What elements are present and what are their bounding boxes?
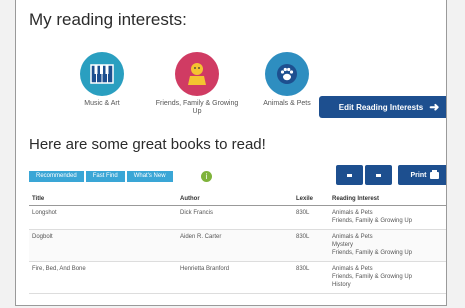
info-icon[interactable]: i [201,171,212,182]
paw-icon [277,64,297,84]
list-view-button[interactable] [336,165,363,185]
interest-tag: Friends, Family & Growing Up [332,218,413,224]
books-table: Title Author Lexile Reading Interest Lon… [29,193,446,294]
great-books-heading: Here are some great books to read! [29,136,266,153]
book-interests: Animals & Pets Friends, Family & Growing… [329,205,446,230]
edit-button-label: Edit Reading Interests [338,102,424,112]
book-lexile: 830L [293,261,329,294]
edit-reading-interests-button[interactable]: Edit Reading Interests ➜ [319,96,446,118]
interest-circle[interactable] [265,52,309,96]
table-row[interactable]: Longshot Dick Francis 830L Animals & Pet… [29,205,446,230]
book-title[interactable]: Longshot [29,205,177,230]
print-label: Print [410,171,427,179]
book-tabs: Recommended Fast Find What's New [29,171,173,182]
book-title[interactable]: Fire, Bed, And Bone [29,261,177,294]
column-header-title[interactable]: Title [29,193,177,206]
interest-tag: Animals & Pets [332,234,373,240]
book-interests: Animals & Pets Mystery Friends, Family &… [329,229,446,262]
interest-circle[interactable] [80,52,124,96]
interest-music-art[interactable]: Music & Art [57,52,147,108]
book-lexile: 830L [293,205,329,230]
interest-tag: Animals & Pets [332,210,373,216]
column-header-reading-interest[interactable]: Reading Interest [329,193,446,206]
interest-tag: Mystery [332,242,353,248]
book-author: Henrietta Branford [177,261,293,294]
book-title[interactable]: Dogbolt [29,229,177,262]
piano-icon [90,64,114,84]
column-header-author[interactable]: Author [177,193,293,206]
arrow-right-icon: ➜ [429,100,440,114]
interest-tag: Friends, Family & Growing Up [332,250,413,256]
interest-label: Friends, Family & Growing Up [155,100,239,115]
table-row[interactable]: Dogbolt Aiden R. Carter 830L Animals & P… [29,229,446,262]
interest-label: Music & Art [84,100,120,107]
book-lexile: 830L [293,229,329,262]
tab-recommended[interactable]: Recommended [29,171,84,182]
table-header-row: Title Author Lexile Reading Interest [29,193,446,206]
reading-interests-panel: My reading interests: Music & Art Friend… [15,0,447,306]
interest-tag: History [332,282,351,288]
list-view-icon [347,173,352,177]
print-button[interactable]: Print [398,165,446,185]
interest-tag: Friends, Family & Growing Up [332,274,413,280]
grid-view-icon [376,173,381,177]
column-header-lexile[interactable]: Lexile [293,193,329,206]
tab-whats-new[interactable]: What's New [126,171,173,182]
child-icon [188,63,206,85]
interest-tag: Animals & Pets [332,266,373,272]
interest-circle[interactable] [175,52,219,96]
tab-fast-find[interactable]: Fast Find [85,171,125,182]
interest-friends-family[interactable]: Friends, Family & Growing Up [152,52,242,116]
reading-interests-heading: My reading interests: [29,10,187,29]
table-row[interactable]: Fire, Bed, And Bone Henrietta Branford 8… [29,261,446,294]
printer-icon [430,169,440,179]
grid-view-button[interactable] [365,165,392,185]
book-author: Aiden R. Carter [177,229,293,262]
book-interests: Animals & Pets Friends, Family & Growing… [329,261,446,294]
book-author: Dick Francis [177,205,293,230]
